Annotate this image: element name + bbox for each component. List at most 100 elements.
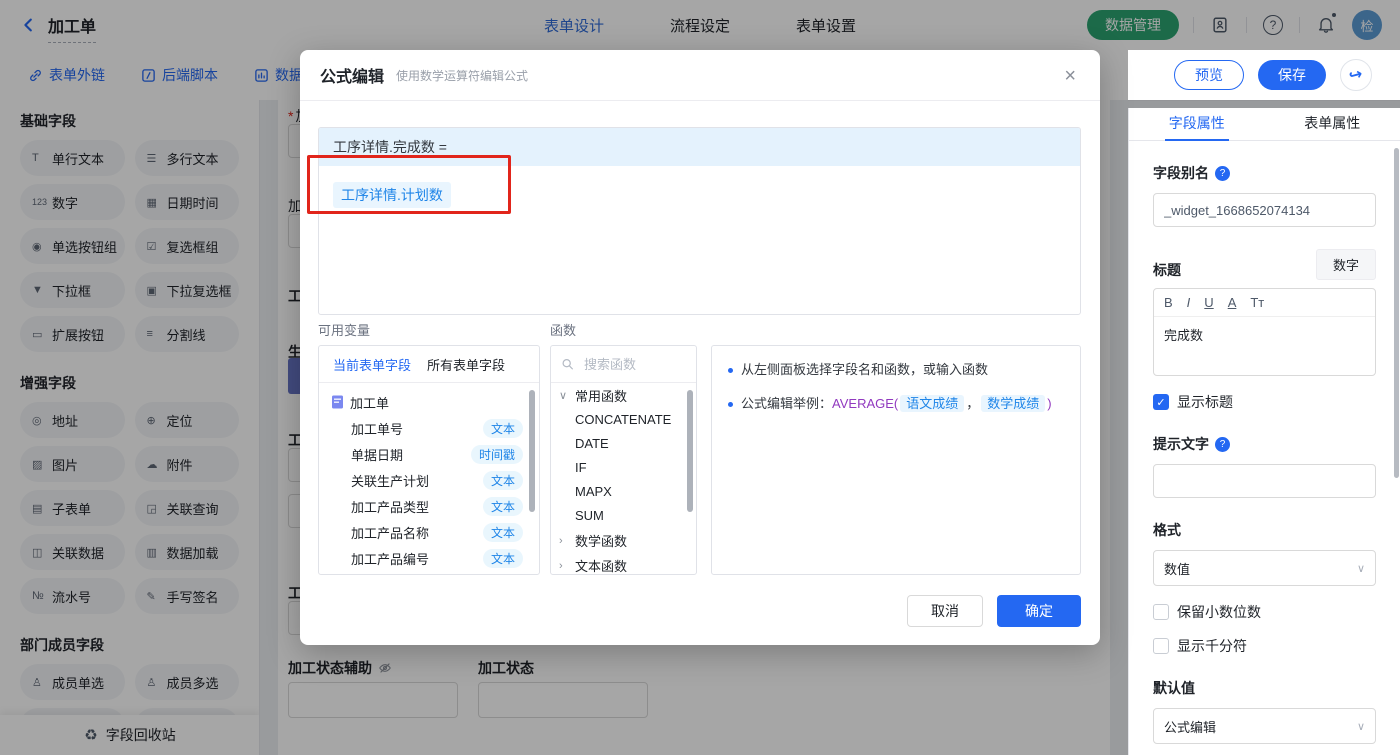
tip-line-2: 公式编辑举例：AVERAGE(语文成绩，数学成绩) (728, 394, 1064, 414)
thousand-row: 显示千分符 (1153, 636, 1376, 656)
share-button[interactable]: ↪ (1340, 59, 1372, 91)
save-button[interactable]: 保存 (1258, 60, 1326, 90)
variable-row[interactable]: 单据日期 时间戳 (319, 441, 539, 467)
variable-row[interactable]: 加工产品名称 文本 (319, 519, 539, 545)
tab-all-form-fields[interactable]: 所有表单字段 (427, 355, 505, 374)
show-title-checkbox[interactable]: ✓ (1153, 394, 1169, 410)
tab-current-form-fields[interactable]: 当前表单字段 (333, 355, 411, 374)
variable-row[interactable]: 加工产品类型 文本 (319, 493, 539, 519)
italic-button[interactable]: I (1187, 295, 1191, 310)
widget-type-badge: 数字 (1315, 249, 1376, 280)
title-editor: B I U A Tт 完成数 (1153, 288, 1376, 376)
default-value-select[interactable]: 公式编辑 ∨ (1153, 708, 1376, 744)
title-value-input[interactable]: 完成数 (1154, 317, 1375, 375)
variables-tree: 加工单 加工单号 文本 单据日期 时间戳 关联生产计划 文本 加工产品类型 文本 加工产… (319, 383, 539, 571)
tips-panel: 从左侧面板选择字段名和函数，或输入函数 公式编辑举例：AVERAGE(语文成绩，… (711, 345, 1081, 575)
chevron-collapsed-icon: › (559, 534, 563, 547)
example-field-chip: 数学成绩 (981, 395, 1046, 412)
modal-header: 公式编辑 使用数学运算符编辑公式 (300, 50, 1100, 101)
function-search-input[interactable] (582, 355, 686, 373)
functions-panel: ∨ 常用函数 CONCATENATE DATE IF MAPX SUM › 数学… (550, 345, 697, 575)
font-color-button[interactable]: A (1228, 295, 1237, 310)
preview-button[interactable]: 预览 (1174, 60, 1244, 90)
title-row: 标题 数字 (1153, 249, 1376, 280)
modal-backdrop-strip (1128, 100, 1400, 108)
modal-subtitle: 使用数学运算符编辑公式 (396, 68, 529, 83)
bullet-dot (728, 368, 733, 373)
function-item[interactable]: CONCATENATE (551, 408, 696, 432)
close-icon[interactable]: × (1064, 66, 1076, 86)
type-badge: 时间戳 (470, 444, 523, 464)
function-group-text[interactable]: › 文本函数 (551, 553, 696, 574)
hint-text-input[interactable] (1153, 464, 1376, 498)
variables-tabs: 当前表单字段 所有表单字段 (319, 346, 539, 383)
default-value-label: 默认值 (1153, 680, 1195, 696)
search-icon (562, 359, 573, 370)
properties-body: 字段别名? 标题 数字 B I U A Tт 完成数 ✓ 显示标题 提示文 (1129, 163, 1400, 755)
toolbar-actions: 预览 保存 ↪ (1174, 50, 1372, 100)
function-item[interactable]: DATE (551, 432, 696, 456)
tab-form-properties[interactable]: 表单属性 (1265, 108, 1400, 140)
decimal-checkbox[interactable] (1153, 604, 1169, 620)
formula-editor: 工序详情.完成数 = 工序详情.计划数 (318, 127, 1081, 315)
bullet-dot (728, 402, 733, 407)
type-badge: 文本 (482, 548, 523, 568)
variables-panel: 当前表单字段 所有表单字段 加工单 加工单号 文本 单据日期 时间戳 关联生产计划文… (318, 345, 540, 575)
function-group-math[interactable]: › 数学函数 (551, 528, 696, 553)
function-item[interactable]: MAPX (551, 480, 696, 504)
type-badge: 文本 (482, 522, 523, 542)
modal-title: 公式编辑 (320, 69, 385, 86)
formula-edit-modal: 公式编辑 使用数学运算符编辑公式 × 工序详情.完成数 = 工序详情.计划数 可… (300, 50, 1100, 645)
show-title-row: ✓ 显示标题 (1153, 392, 1376, 412)
type-badge: 文本 (482, 418, 523, 438)
field-alias-input[interactable] (1153, 193, 1376, 227)
chevron-down-icon: ∨ (1356, 720, 1365, 733)
scrollbar-thumb[interactable] (1394, 148, 1399, 478)
functions-label: 函数 (550, 323, 577, 338)
formula-input-area[interactable]: 工序详情.计划数 (319, 166, 1080, 224)
properties-panel: 字段属性 表单属性 字段别名? 标题 数字 B I U A Tт 完成数 (1128, 108, 1400, 755)
function-group-common[interactable]: ∨ 常用函数 (551, 383, 696, 408)
format-label: 格式 (1153, 522, 1181, 538)
function-search-row (551, 346, 696, 383)
title-label: 标题 (1153, 262, 1181, 278)
font-size-button[interactable]: Tт (1250, 295, 1264, 310)
variable-row[interactable]: 关联生产计划 文本 (319, 467, 539, 493)
variables-label: 可用变量 (318, 323, 371, 338)
app-root: 加工单 表单设计 流程设定 表单设置 数据管理 ? 检 表单外链 后端脚本 数据… (0, 0, 1400, 755)
bold-button[interactable]: B (1164, 295, 1173, 310)
example-field-chip: 语文成绩 (900, 395, 965, 412)
function-item[interactable]: IF (551, 456, 696, 480)
variable-row[interactable]: 加工单号 文本 (319, 415, 539, 441)
tab-field-properties[interactable]: 字段属性 (1129, 108, 1265, 140)
confirm-button[interactable]: 确定 (997, 595, 1081, 627)
cancel-button[interactable]: 取消 (907, 595, 983, 627)
format-select[interactable]: 数值 ∨ (1153, 550, 1376, 586)
rich-text-toolbar: B I U A Tт (1154, 289, 1375, 317)
decimal-row: 保留小数位数 (1153, 602, 1376, 622)
variable-row[interactable]: 加工产品编号 文本 (319, 545, 539, 571)
chevron-collapsed-icon: › (559, 559, 563, 572)
help-question-icon: ? (1215, 436, 1230, 452)
modal-footer: 取消 确定 (907, 595, 1081, 627)
form-doc-icon (332, 395, 343, 409)
modal-backdrop-top (0, 0, 1400, 50)
formula-token[interactable]: 工序详情.计划数 (333, 182, 451, 208)
help-question-icon: ? (1215, 165, 1230, 181)
chevron-down-icon: ∨ (1356, 562, 1365, 575)
properties-tabs: 字段属性 表单属性 (1129, 108, 1400, 141)
underline-button[interactable]: U (1204, 295, 1213, 310)
scrollbar-thumb[interactable] (529, 390, 535, 512)
tip-line-1: 从左侧面板选择字段名和函数，或输入函数 (728, 360, 1064, 380)
tree-root-form[interactable]: 加工单 (319, 389, 539, 415)
type-badge: 文本 (482, 470, 523, 490)
type-badge: 文本 (482, 496, 523, 516)
share-arrow-icon: ↪ (1347, 65, 1365, 86)
hint-text-label: 提示文字? (1153, 434, 1376, 454)
chevron-expanded-icon: ∨ (559, 390, 568, 402)
thousand-checkbox[interactable] (1153, 638, 1169, 654)
scrollbar-thumb[interactable] (687, 390, 693, 512)
field-alias-label: 字段别名? (1153, 163, 1376, 183)
formula-target: 工序详情.完成数 = (319, 128, 1080, 166)
function-item[interactable]: SUM (551, 504, 696, 528)
